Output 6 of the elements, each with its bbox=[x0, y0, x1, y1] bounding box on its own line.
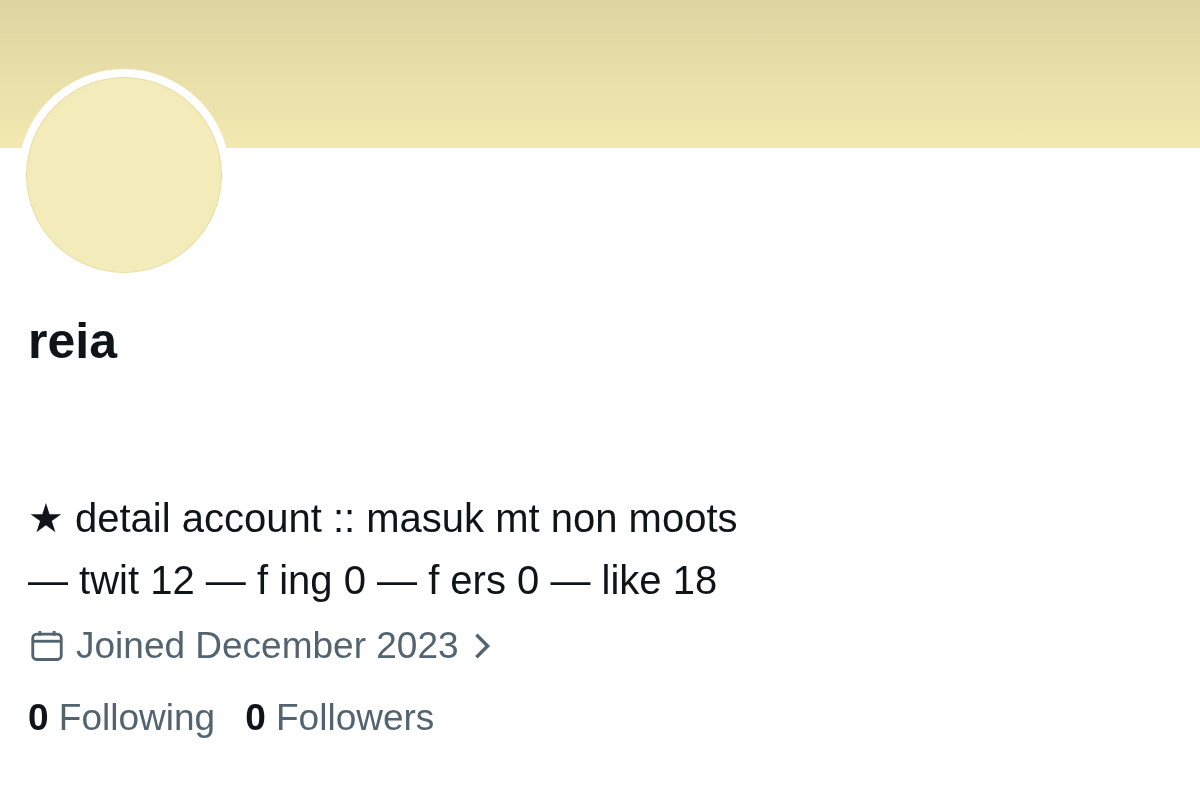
bio-line: — twit 12 — f ing 0 — f ers 0 — like 18 bbox=[28, 557, 719, 604]
profile-name: reia bbox=[28, 312, 119, 371]
follow-count-link[interactable]: 0 Following bbox=[28, 697, 216, 739]
follow-count-link[interactable]: 0 Followers bbox=[245, 697, 435, 739]
joined-date: Joined December 2023 bbox=[76, 625, 459, 667]
bio-line: ★ detail account :: masuk mt non moots bbox=[28, 495, 739, 542]
